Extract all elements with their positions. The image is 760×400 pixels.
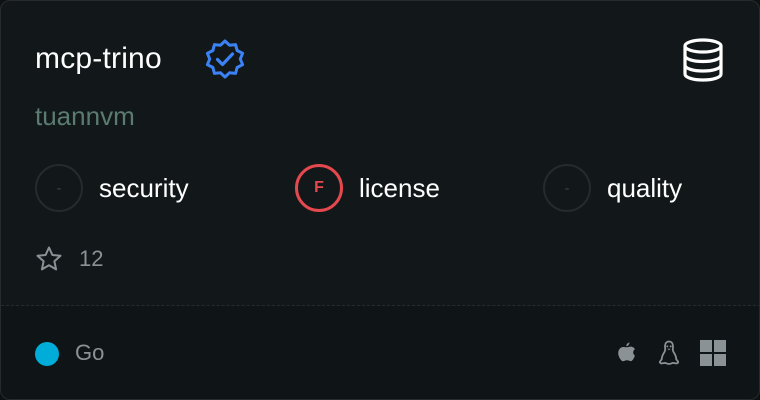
language-color-dot bbox=[35, 342, 59, 366]
security-label: security bbox=[99, 173, 189, 203]
linux-icon bbox=[658, 340, 680, 365]
license-grade-badge: F bbox=[295, 164, 343, 212]
star-icon bbox=[36, 246, 62, 271]
quality-grade-badge: - bbox=[543, 164, 591, 212]
license-label: license bbox=[359, 173, 440, 203]
windows-icon bbox=[700, 340, 726, 366]
apple-icon bbox=[618, 342, 635, 362]
server-name[interactable]: mcp-trino bbox=[35, 39, 162, 79]
security-grade-badge: - bbox=[35, 164, 83, 212]
card-footer: Go bbox=[1, 306, 759, 399]
verified-badge-icon bbox=[205, 39, 245, 79]
server-card[interactable]: mcp-trino tuannvm - security F license -… bbox=[0, 0, 760, 400]
star-count: 12 bbox=[79, 246, 104, 271]
language-label: Go bbox=[75, 340, 105, 365]
database-icon bbox=[683, 38, 723, 82]
author-name[interactable]: tuannvm bbox=[35, 99, 135, 133]
quality-label: quality bbox=[607, 173, 683, 203]
